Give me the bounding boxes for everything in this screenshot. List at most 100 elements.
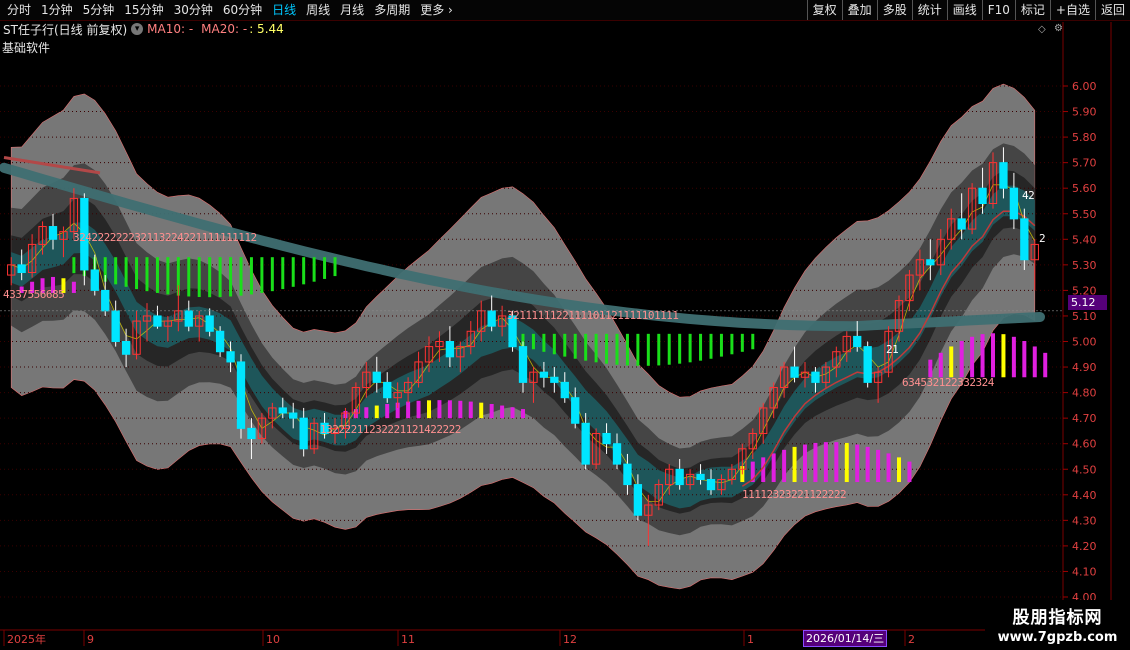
price-tick-label-10: 5.00	[1072, 336, 1097, 349]
chevron-right-icon: ›	[444, 3, 453, 17]
ma20-label: MA20: -	[201, 22, 248, 36]
green-hist-a-bar-22	[239, 257, 243, 296]
candle-body-57	[602, 432, 611, 445]
magenta-hist-a-bar-40	[427, 400, 431, 419]
green-hist-a-bar-20	[218, 257, 222, 298]
tool-button-3[interactable]: 统计	[911, 0, 947, 20]
price-tick-label-7: 5.30	[1072, 259, 1097, 272]
magenta-hist-a-bar-49	[521, 409, 525, 419]
candle-body-91	[957, 218, 966, 230]
green-hist-a-bar-11	[124, 257, 128, 287]
magenta-hist-b-bar-83	[876, 449, 881, 483]
tab-period-3[interactable]: 15分钟	[119, 0, 168, 20]
tab-period-8[interactable]: 月线	[335, 0, 369, 20]
magenta-hist-b-bar-74	[782, 449, 787, 483]
green-hist-b-bar-51	[542, 333, 546, 352]
settings-icon[interactable]: ⚙	[1054, 23, 1063, 34]
green-hist-b-bar-56	[594, 333, 598, 363]
tab-period-10[interactable]: 更多 ›	[415, 0, 458, 20]
candle-body-54	[571, 397, 580, 424]
candle-body-58	[612, 443, 622, 465]
green-hist-b-bar-70	[740, 333, 744, 352]
candle-body-35	[372, 371, 381, 383]
candle-body-55	[581, 422, 590, 465]
magenta-hist-b-bar-73	[771, 453, 776, 483]
tool-button-0[interactable]: 复权	[806, 0, 842, 20]
price-tick-label-14: 4.60	[1072, 438, 1097, 451]
candle-body-1	[17, 264, 26, 274]
tab-period-7[interactable]: 周线	[301, 0, 335, 20]
candle-body-42	[445, 341, 455, 358]
green-hist-a-bar-29	[312, 257, 316, 282]
tab-period-9[interactable]: 多周期	[369, 0, 415, 20]
tool-button-2[interactable]: 多股	[876, 0, 912, 20]
price-tick-label-16: 4.40	[1072, 489, 1097, 502]
green-hist-b-bar-64	[678, 333, 682, 364]
tab-period-0[interactable]: 分时	[2, 0, 36, 20]
tool-button-7[interactable]: +自选	[1049, 0, 1095, 20]
green-hist-b-bar-68	[719, 333, 723, 357]
magenta-hist-a-bar-34	[364, 407, 369, 419]
green-hist-a-bar-12	[135, 257, 139, 290]
tool-button-1[interactable]: 叠加	[841, 0, 877, 20]
candle-body-23	[247, 427, 256, 440]
candle-body-75	[790, 366, 799, 378]
magenta-hist-b-bar-85	[897, 457, 901, 483]
candle-body-51	[539, 371, 549, 378]
magenta-hist-c-bar-93	[980, 334, 985, 378]
candle-body-46	[487, 310, 496, 327]
magenta-hist-a-bar-45	[479, 402, 484, 419]
current-price-tag: 5.12	[1068, 295, 1107, 310]
kline-chart[interactable]: 3242222222321132242211111111123211111122…	[0, 0, 1130, 650]
green-hist-b-bar-65	[688, 333, 692, 363]
candle-body-59	[623, 463, 632, 486]
tool-button-6[interactable]: 标记	[1014, 0, 1050, 20]
green-hist-a-bar-10	[114, 257, 118, 285]
candle-body-4	[48, 226, 58, 240]
magenta-hist-c-bar-95	[1001, 334, 1006, 378]
watermark-logo: 股朋指标网 www.7gpzb.com	[985, 600, 1130, 650]
tab-period-2[interactable]: 5分钟	[78, 0, 120, 20]
price-tick-label-18: 4.20	[1072, 540, 1097, 553]
magenta-hist-b-bar-76	[803, 444, 807, 483]
tab-period-1[interactable]: 1分钟	[36, 0, 78, 20]
tool-button-5[interactable]: F10	[981, 0, 1015, 20]
green-hist-b-bar-60	[636, 333, 640, 366]
candle-body-82	[863, 346, 872, 383]
candle-body-22	[236, 361, 246, 429]
time-axis-label-2: 10	[266, 633, 280, 646]
candle-body-26	[278, 407, 287, 414]
price-tick-label-12: 4.80	[1072, 387, 1097, 400]
stock-title[interactable]: ST任子行(日线 前复权)	[0, 21, 127, 38]
magenta-hist-b-bar-84	[886, 453, 891, 483]
price-tick-label-17: 4.30	[1072, 514, 1097, 527]
chevron-down-icon[interactable]: ▾	[131, 23, 144, 35]
tab-period-5[interactable]: 60分钟	[218, 0, 267, 20]
candle-body-96	[1009, 187, 1019, 220]
tab-period-4[interactable]: 30分钟	[169, 0, 218, 20]
magenta-hist-a-bar-36	[385, 404, 390, 419]
price-tick-label-11: 4.90	[1072, 361, 1097, 374]
magenta-hist-b-bar-82	[865, 446, 870, 483]
candle-body-77	[811, 371, 820, 383]
magenta-hist-a-bar-42	[447, 400, 452, 419]
candle-body-97	[1020, 218, 1029, 261]
magenta-hist-c-bar-94	[991, 333, 995, 378]
time-axis-label-7: 2	[908, 633, 915, 646]
tool-button-4[interactable]: 画线	[946, 0, 982, 20]
count-label-small-1: 21	[886, 343, 898, 356]
magenta-hist-a-bar-39	[416, 400, 421, 419]
magenta-hist-d-bar-6	[71, 281, 76, 293]
candle-body-88	[926, 259, 935, 266]
green-hist-b-bar-71	[751, 333, 755, 350]
green-hist-a-bar-15	[166, 257, 170, 295]
magenta-hist-a-bar-43	[458, 400, 463, 419]
green-hist-b-bar-53	[563, 333, 567, 357]
green-hist-a-bar-6	[72, 257, 76, 274]
green-hist-b-bar-62	[657, 333, 661, 366]
green-hist-a-bar-27	[291, 257, 295, 287]
tool-button-8[interactable]: 返回	[1094, 0, 1130, 20]
tab-period-6[interactable]: 日线	[267, 0, 301, 20]
diamond-icon[interactable]: ◇	[1038, 24, 1046, 35]
ma-extra-value: : 5.44	[249, 22, 284, 36]
